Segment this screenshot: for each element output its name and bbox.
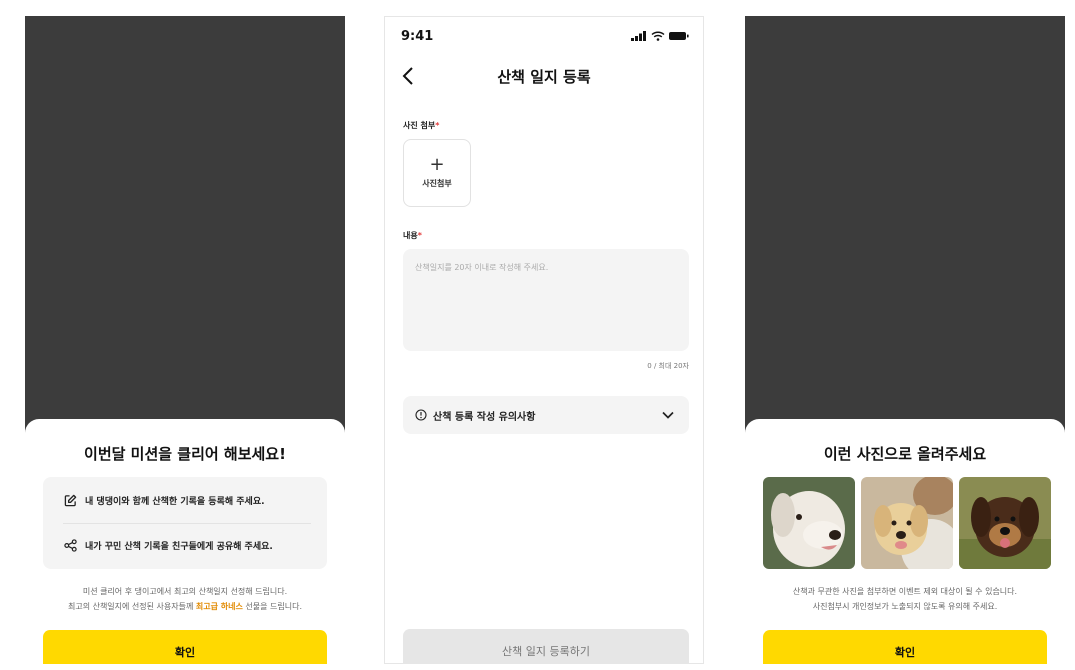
required-mark: * [417, 231, 422, 240]
photo-guide-sheet: 이런 사진으로 올려주세요 산책과 무관한 사진을 첨부하면 이벤트 제외 대상… [745, 419, 1065, 664]
photo-add-label: 사진첨부 [422, 179, 452, 188]
submit-button[interactable]: 산책 일지 등록하기 [403, 629, 689, 663]
notice-accordion[interactable]: 산책 등록 작성 유의사항 [403, 396, 689, 434]
mission-list: 내 댕댕이와 함께 산책한 기록을 등록해 주세요. 내가 꾸민 산책 기록을 … [43, 477, 327, 569]
share-icon [63, 538, 77, 552]
sheet-title: 이번달 미션을 클리어 해보세요! [84, 445, 286, 463]
mission-description: 미션 클리어 후 댕이고에서 최고의 산책일지 선정해 드립니다. 최고의 산책… [25, 584, 345, 614]
battery-icon [669, 32, 689, 40]
confirm-button[interactable]: 확인 [763, 630, 1047, 664]
photo-guide-description: 산책과 무관한 사진을 첨부하면 이벤트 제외 대상이 될 수 있습니다. 사진… [745, 584, 1065, 614]
content-input[interactable]: 산책일지를 20자 이내로 작성해 주세요. [403, 249, 689, 351]
sheet-title: 이런 사진으로 올려주세요 [823, 445, 987, 463]
example-photos [763, 477, 1051, 569]
edit-icon [63, 493, 77, 507]
mission-screen: 이번달 미션을 클리어 해보세요! 내 댕댕이와 함께 산책한 기록을 등록해 … [25, 16, 345, 664]
status-time: 9:41 [401, 28, 434, 44]
mission-item-text: 내 댕댕이와 함께 산책한 기록을 등록해 주세요. [85, 496, 265, 507]
desc-line: 사진첨부시 개인정보가 노출되지 않도록 유의해 주세요. [812, 602, 998, 611]
photo-add-button[interactable]: + 사진첨부 [403, 139, 471, 207]
nav-bar: 산책 일지 등록 [385, 61, 703, 91]
confirm-button[interactable]: 확인 [43, 630, 327, 664]
desc-line: 최고의 산책일지에 선정된 사용자들께 최고급 하네스 선물을 드립니다. [67, 602, 303, 611]
notice-label: 산책 등록 작성 유의사항 [433, 411, 536, 423]
mission-item: 내 댕댕이와 함께 산책한 기록을 등록해 주세요. [63, 490, 311, 510]
wifi-icon [651, 31, 665, 41]
chevron-down-icon [662, 411, 674, 419]
content-label: 내용* [403, 231, 422, 240]
info-icon [415, 409, 427, 421]
mission-bottom-sheet: 이번달 미션을 클리어 해보세요! 내 댕댕이와 함께 산책한 기록을 등록해 … [25, 419, 345, 664]
mission-item-text: 내가 꾸민 산책 기록을 친구들에게 공유해 주세요. [85, 541, 273, 552]
divider [63, 523, 311, 524]
char-counter: 0 / 최대 20자 [647, 362, 689, 370]
desc-line: 미션 클리어 후 댕이고에서 최고의 산책일지 선정해 드립니다. [82, 587, 288, 596]
page-title: 산책 일지 등록 [497, 68, 591, 86]
required-mark: * [435, 121, 440, 130]
desc-line: 산책과 무관한 사진을 첨부하면 이벤트 제외 대상이 될 수 있습니다. [792, 587, 1018, 596]
content-placeholder: 산책일지를 20자 이내로 작성해 주세요. [415, 263, 549, 272]
example-photo-dog-2 [861, 477, 953, 569]
plus-icon: + [429, 154, 445, 175]
example-photo-dog-3 [959, 477, 1051, 569]
mission-item: 내가 꾸민 산책 기록을 친구들에게 공유해 주세요. [63, 535, 311, 555]
highlight-text: 최고급 하네스 [195, 602, 243, 611]
photo-guide-screen: 이런 사진으로 올려주세요 산책과 무관한 사진을 첨부하면 이벤트 제외 대상… [745, 16, 1065, 664]
example-photo-dog-1 [763, 477, 855, 569]
status-bar: 9:41 [401, 27, 689, 45]
system-icons [631, 31, 689, 41]
signal-icon [631, 31, 646, 41]
walk-log-register-screen: 9:41 산책 일지 등록 사진 첨부* + 사진첨부 내용* 산책일지를 20… [384, 16, 704, 664]
photo-attach-label: 사진 첨부* [403, 121, 440, 130]
